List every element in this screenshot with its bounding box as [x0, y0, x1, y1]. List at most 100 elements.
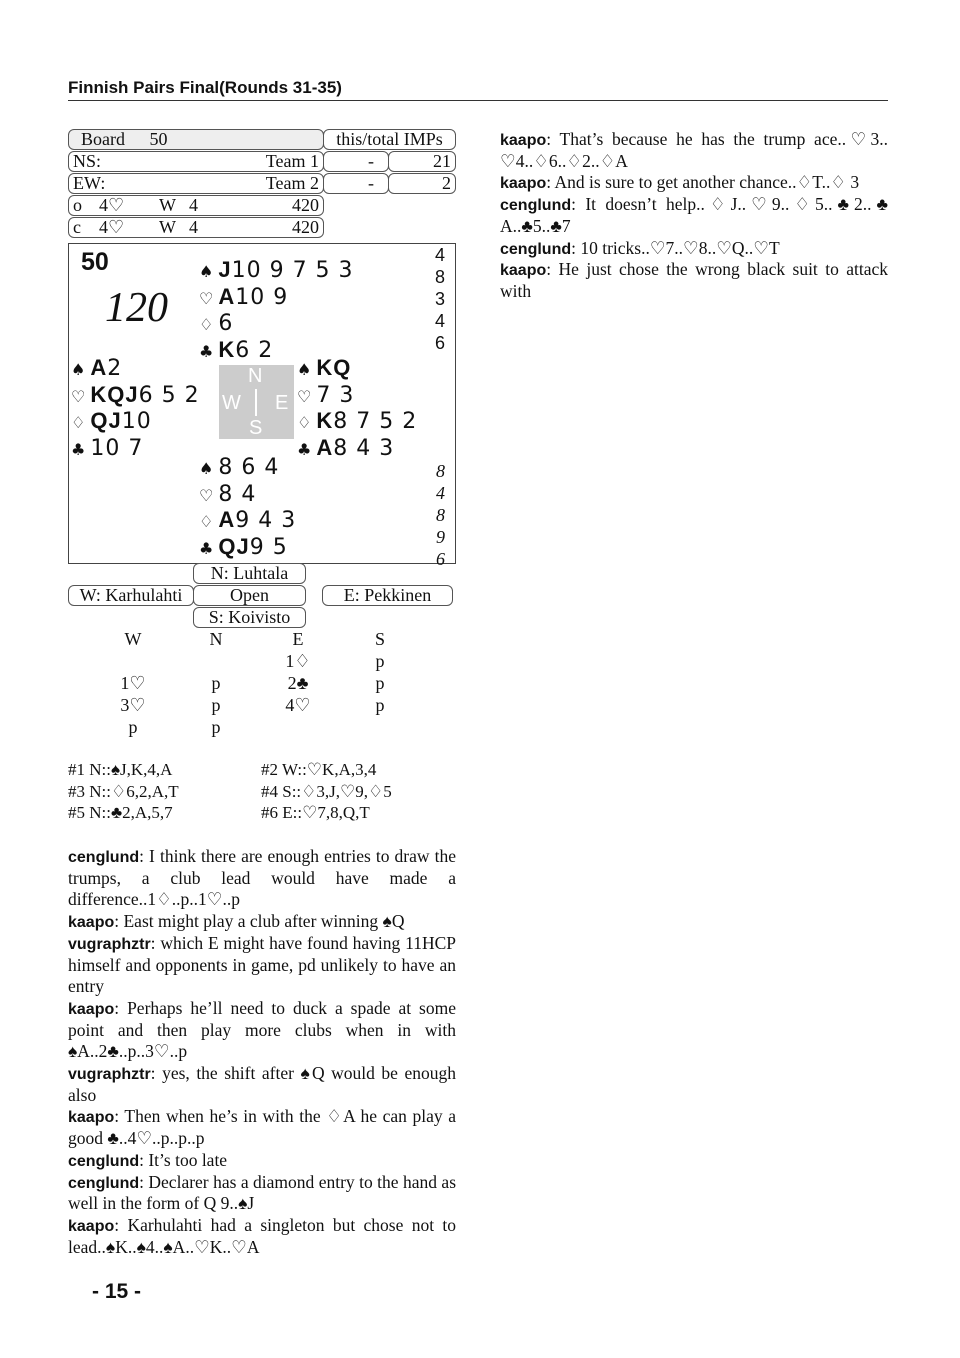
west-clubs: ♣ 10 7	[71, 436, 200, 463]
heart-icon: ♡	[199, 485, 215, 505]
bid: p	[375, 695, 385, 715]
spot-cards: 10 9 7 5 3	[231, 258, 354, 283]
title-rule	[68, 100, 888, 101]
honors: K	[218, 336, 236, 362]
comment-text: : East might play a club after winning ♠…	[114, 911, 405, 932]
diamond-icon: ♢	[199, 315, 215, 334]
closed-room-result: c 4♡ W 4 420	[68, 217, 324, 238]
comment: cenglund: I think there are enough entri…	[68, 846, 456, 911]
trick-3: #3 N::♢6,2,A,T	[68, 782, 179, 801]
bid: p	[211, 695, 221, 715]
south-clubs: ♣ QJ9 5	[199, 533, 296, 562]
club-icon: ♣	[71, 439, 87, 459]
comment: kaapo: That’s because he has the trump a…	[500, 129, 888, 172]
honors: K	[316, 408, 334, 433]
board-number: 50	[149, 129, 168, 149]
compass-w: W	[222, 392, 241, 414]
comment: kaapo: He just chose the wrong black sui…	[500, 259, 888, 302]
honors: A	[218, 283, 236, 309]
club-icon: ♣	[199, 538, 215, 558]
south-hand: ♠ 8 6 4 ♡ 8 4 ♢ A9 4 3 ♣ QJ9 5	[199, 455, 296, 561]
contract: 4♡	[99, 217, 125, 237]
ns-total: 21	[388, 151, 456, 172]
trick-6: #6 E::♡7,8,Q,T	[261, 803, 370, 822]
honors: QJ	[218, 533, 250, 559]
deal-board-number: 50	[81, 248, 109, 276]
page: Finnish Pairs Final(Rounds 31-35) Board …	[0, 0, 960, 1358]
honors: KQJ	[90, 381, 139, 407]
comment-text: : Karhulahti had a singleton but chose n…	[68, 1214, 456, 1257]
comment-speaker: cenglund	[68, 1152, 140, 1170]
east-spades: ♠ KQ	[297, 355, 417, 383]
trick-1: #1 N::♠J,K,4,A	[68, 760, 173, 779]
trick-2: #2 W::♡K,A,3,4	[261, 760, 377, 779]
tricks-table-bottom: 8 4 8 9 6	[436, 460, 445, 570]
contract: 4♡	[99, 195, 125, 215]
auction-header: N	[209, 629, 223, 649]
comment-speaker: cenglund	[68, 1174, 140, 1192]
trick-count: 3	[434, 289, 445, 309]
trick-count: 6	[436, 549, 445, 569]
diamond-icon: ♢	[71, 413, 87, 432]
diamond-icon: ♢	[297, 413, 313, 432]
trick-4: #4 S::♢3,J,♡9,♢5	[261, 782, 392, 801]
trick-count: 4	[436, 483, 445, 503]
comment-speaker: kaapo	[500, 175, 547, 193]
comment: cenglund: 10 tricks..♡7..♡8..♡Q..♡T	[500, 238, 888, 260]
bid: 1♡	[120, 673, 146, 693]
honors: A	[218, 507, 236, 532]
comment-speaker: kaapo	[68, 1109, 115, 1127]
bid: 3♡	[120, 695, 146, 715]
east-clubs: ♣ A8 4 3	[297, 435, 417, 463]
comment-speaker: cenglund	[68, 849, 140, 866]
comments-left: cenglund: I think there are enough entri…	[68, 846, 456, 1258]
spade-icon: ♠	[199, 459, 215, 478]
auction-header: S	[374, 629, 385, 649]
spot-cards: 10	[121, 409, 152, 434]
compass-n: N	[248, 365, 263, 387]
comments-right: kaapo : That’s because he has the trump a…	[500, 129, 888, 303]
player-west: W: Karhulahti	[68, 585, 194, 606]
spot-cards: 9 5	[249, 534, 288, 560]
comment: cenglund: Declarer has a diamond entry t…	[68, 1172, 456, 1215]
bid: 4♡	[285, 695, 311, 715]
spade-icon: ♠	[71, 360, 87, 379]
tricks: 4	[189, 195, 198, 215]
bid: p	[375, 651, 385, 671]
declarer: W	[159, 195, 176, 215]
comment: kaapo: East might play a club after winn…	[68, 911, 456, 933]
spot-cards: 6 2	[235, 337, 274, 363]
club-icon: ♣	[199, 341, 215, 361]
comment-speaker: kaapo	[68, 914, 115, 932]
spot-cards: 7 3	[316, 382, 355, 408]
heart-icon: ♡	[199, 288, 215, 308]
compass: N W E S	[219, 365, 294, 439]
spot-cards: 8 6 4	[218, 455, 280, 480]
compass-s: S	[249, 417, 263, 439]
bid: p	[375, 673, 385, 693]
comment-text: : That’s because he has the trump ace..♡…	[500, 129, 888, 171]
trick-5: #5 N::♣2,A,5,7	[68, 803, 173, 822]
open-room-result: o 4♡ W 4 420	[68, 195, 324, 216]
score: 420	[292, 217, 319, 237]
comment: vugraphztr: which E might have found hav…	[68, 933, 456, 998]
south-spades: ♠ 8 6 4	[199, 455, 296, 482]
comment-text: : 10 tricks..♡7..♡8..♡Q..♡T	[571, 237, 780, 258]
comment: kaapo: Then when he’s in with the ♢A he …	[68, 1106, 456, 1149]
north-hand: ♠ J10 9 7 5 3 ♡ A10 9 ♢ 6 ♣ K6 2	[199, 257, 354, 364]
diamond-icon: ♢	[199, 512, 215, 531]
ns-label: NS:	[73, 151, 102, 171]
imps-header: this/total IMPs	[323, 129, 456, 150]
comment-speaker: cenglund	[500, 240, 572, 258]
ew-label: EW:	[73, 173, 106, 193]
spot-cards: 10 7	[90, 435, 144, 461]
spot-cards: 10 9	[235, 284, 289, 310]
honors: KQ	[316, 355, 352, 380]
comment-speaker: vugraphztr	[68, 1066, 151, 1084]
spot-cards: 6	[218, 311, 234, 336]
ns-team: Team 1	[265, 151, 319, 171]
comment: cenglund: It’s too late	[68, 1150, 456, 1172]
ew-team: Team 2	[265, 173, 319, 193]
tricks-table-top: 4 8 3 4 6	[435, 244, 445, 354]
honors: J	[218, 257, 232, 282]
